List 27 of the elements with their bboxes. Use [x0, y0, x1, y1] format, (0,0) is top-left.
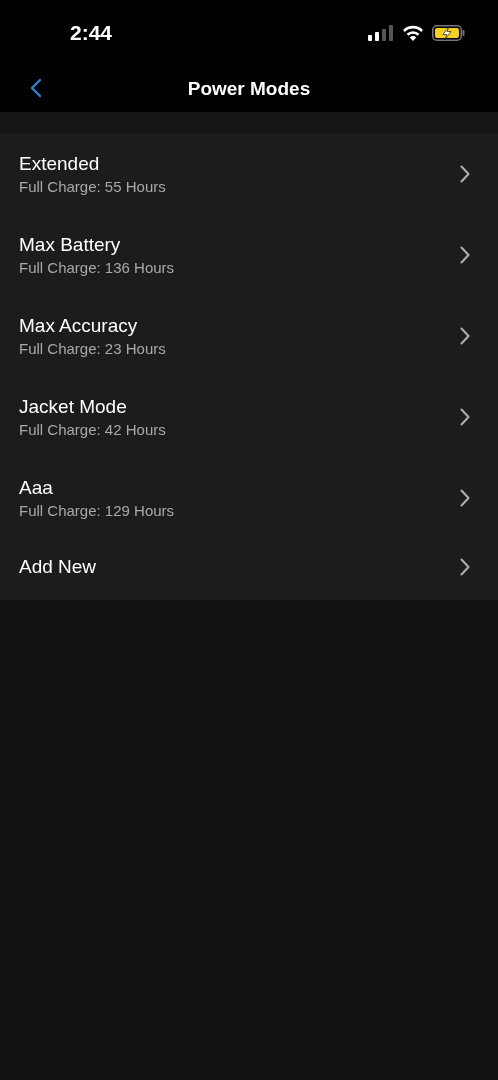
mode-name: Max Accuracy — [19, 314, 139, 337]
wifi-icon — [402, 25, 424, 41]
mode-detail: Full Charge: 129 Hours — [19, 501, 175, 519]
mode-name: Jacket Mode — [19, 395, 128, 418]
chevron-icon — [460, 326, 470, 345]
screen-title: Power Modes — [187, 78, 311, 100]
add-new-label: Add New — [19, 556, 97, 578]
mode-name: Max Battery — [19, 233, 122, 256]
mode-detail: Full Charge: 23 Hours — [19, 339, 166, 357]
power-mode-row[interactable]: Extended Full Charge: 55 Hours — [0, 133, 498, 214]
battery-charging-icon — [432, 25, 466, 41]
power-mode-row[interactable]: Max Battery Full Charge: 136 Hours — [0, 214, 498, 295]
power-mode-row[interactable]: Max Accuracy Full Charge: 23 Hours — [0, 295, 498, 376]
chevron-icon — [460, 164, 470, 183]
chevron-icon — [460, 488, 470, 507]
mode-detail: Full Charge: 55 Hours — [19, 177, 166, 195]
status-time: 2:44 — [70, 21, 113, 45]
power-mode-row[interactable]: Jacket Mode Full Charge: 42 Hours — [0, 376, 498, 457]
mode-detail: Full Charge: 136 Hours — [19, 258, 175, 276]
signal-icon — [368, 25, 394, 41]
chevron-icon — [460, 407, 470, 426]
chevron-icon — [460, 245, 470, 264]
mode-detail: Full Charge: 42 Hours — [19, 420, 166, 438]
mode-name: Aaa — [19, 476, 54, 499]
mode-name: Extended — [19, 152, 101, 175]
chevron-icon — [460, 558, 470, 576]
back-icon[interactable] — [30, 78, 42, 98]
